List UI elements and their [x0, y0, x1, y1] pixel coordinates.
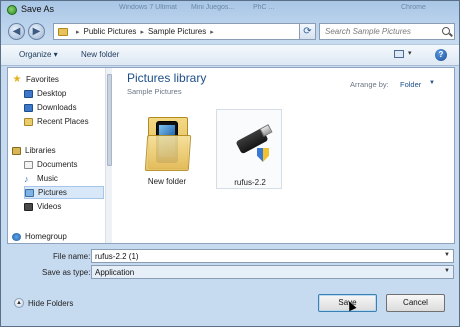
nav-label: Libraries	[25, 146, 56, 155]
downloads-icon	[24, 103, 33, 112]
homegroup-icon	[12, 232, 21, 241]
navigation-pane: ★ Favorites Desktop Downloads Recent Pla…	[8, 68, 112, 243]
file-name-value: rufus-2.2 (1)	[95, 252, 139, 261]
libraries-icon	[12, 146, 21, 155]
nav-label: Desktop	[37, 89, 67, 98]
nav-label: Downloads	[37, 103, 77, 112]
scrollbar-thumb[interactable]	[107, 74, 112, 166]
folder-front	[144, 135, 192, 171]
nav-label: Videos	[37, 202, 62, 211]
background-tab-text: PhC ...	[253, 4, 275, 11]
help-icon[interactable]: ?	[435, 49, 447, 61]
file-name-label: File name:	[53, 252, 91, 261]
nav-item-videos[interactable]: Videos	[24, 200, 104, 213]
chevron-down-icon[interactable]: ▼	[444, 252, 450, 258]
chrome-icon	[7, 5, 17, 15]
nav-item-documents[interactable]: Documents	[24, 158, 104, 171]
chevron-down-icon[interactable]: ▼	[444, 268, 450, 274]
file-item-new-folder[interactable]: New folder	[134, 109, 200, 189]
forward-button[interactable]: ▶	[28, 23, 45, 40]
title-bar[interactable]: Save As Windows 7 Ultimat Mini Juegos...…	[1, 1, 459, 20]
save-as-type-label: Save as type:	[42, 268, 91, 277]
file-item-rufus[interactable]: rufus-2.2	[216, 109, 282, 189]
search-icon[interactable]	[442, 27, 450, 35]
nav-label: Music	[37, 174, 58, 183]
file-label: rufus-2.2	[234, 178, 266, 187]
search-input[interactable]: Search Sample Pictures	[319, 23, 455, 40]
star-icon: ★	[12, 73, 22, 85]
nav-item-pictures[interactable]: Pictures	[24, 186, 104, 199]
chevron-right-icon: ▸	[140, 28, 144, 36]
nav-favorites[interactable]: ★ Favorites	[12, 73, 104, 86]
videos-icon	[24, 202, 33, 211]
library-subtitle: Sample Pictures	[127, 87, 182, 96]
nav-label: Favorites	[26, 75, 59, 84]
background-tab-text: Mini Juegos...	[191, 4, 235, 11]
search-placeholder: Search Sample Pictures	[325, 27, 411, 36]
background-tab-text: Chrome	[401, 4, 426, 11]
library-title: Pictures library	[127, 71, 207, 85]
breadcrumb-public-pictures[interactable]: Public Pictures	[84, 27, 137, 36]
arrange-by-label: Arrange by:	[350, 80, 389, 89]
nav-item-music[interactable]: ♪ Music	[24, 172, 104, 185]
save-as-type-value: Application	[95, 268, 135, 277]
chevron-down-icon[interactable]: ▾	[408, 49, 412, 57]
recent-places-icon	[24, 117, 33, 126]
background-tab-text: Windows 7 Ultimat	[119, 4, 177, 11]
refresh-button[interactable]: ⟳	[299, 23, 316, 40]
nav-homegroup[interactable]: Homegroup	[12, 230, 104, 243]
nav-scrollbar[interactable]	[105, 68, 112, 243]
music-icon: ♪	[24, 173, 29, 184]
nav-label: Homegroup	[25, 232, 67, 241]
chevron-down-icon[interactable]: ▼	[429, 80, 435, 86]
nav-label: Recent Places	[37, 117, 89, 126]
save-as-type-select[interactable]: Application ▼	[91, 265, 454, 279]
browser-pane: ★ Favorites Desktop Downloads Recent Pla…	[7, 67, 455, 244]
pictures-icon	[25, 188, 34, 197]
hide-folders-button[interactable]: ▲ Hide Folders	[14, 298, 73, 308]
chevron-right-icon: ▸	[210, 28, 214, 36]
hide-folders-label: Hide Folders	[28, 298, 74, 308]
nav-item-desktop[interactable]: Desktop	[24, 87, 104, 100]
back-button[interactable]: ◀	[8, 23, 25, 40]
organize-button[interactable]: Organize ▾	[19, 50, 58, 59]
nav-item-downloads[interactable]: Downloads	[24, 101, 104, 114]
file-name-input[interactable]: rufus-2.2 (1) ▼	[91, 249, 454, 263]
uac-shield-icon	[257, 148, 269, 162]
documents-icon	[24, 160, 33, 169]
nav-label: Pictures	[38, 188, 67, 197]
save-as-dialog: Save As Windows 7 Ultimat Mini Juegos...…	[0, 0, 460, 327]
command-bar: Organize ▾ New folder ▾ ?	[1, 44, 459, 66]
folder-icon	[58, 27, 68, 36]
window-title: Save As	[21, 4, 55, 14]
new-folder-button[interactable]: New folder	[81, 50, 119, 59]
address-row: ◀ ▶ ▸ Public Pictures ▸ Sample Pictures …	[1, 21, 459, 43]
nav-label: Documents	[37, 160, 78, 169]
breadcrumb-sample-pictures[interactable]: Sample Pictures	[148, 27, 206, 36]
change-view-icon[interactable]	[394, 50, 404, 58]
nav-item-recent-places[interactable]: Recent Places	[24, 115, 104, 128]
chevron-up-icon: ▲	[14, 298, 24, 308]
cancel-button[interactable]: Cancel	[386, 294, 445, 312]
desktop-icon	[24, 89, 33, 98]
file-label: New folder	[147, 177, 187, 186]
nav-libraries[interactable]: Libraries	[12, 144, 104, 157]
address-bar[interactable]: ▸ Public Pictures ▸ Sample Pictures ▸ ▾	[53, 23, 315, 40]
chevron-right-icon: ▸	[76, 28, 80, 36]
arrange-by-dropdown[interactable]: Folder	[400, 80, 421, 89]
file-list: Pictures library Sample Pictures Arrange…	[114, 68, 454, 243]
